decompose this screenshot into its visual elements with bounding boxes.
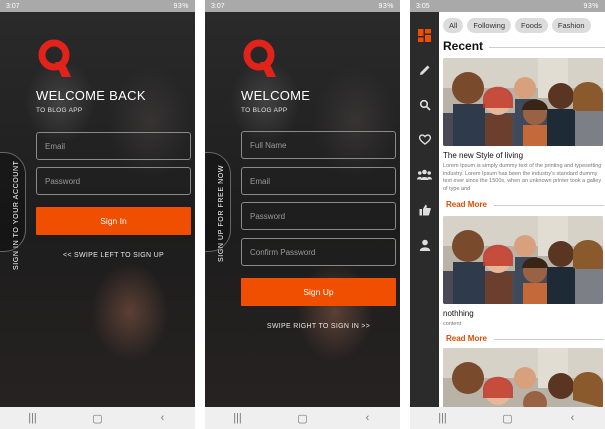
password-field[interactable]	[36, 167, 191, 195]
status-time: 3:05	[416, 2, 430, 10]
post-image[interactable]	[443, 58, 603, 146]
dashboard-icon[interactable]	[417, 28, 432, 43]
home-button[interactable]: ▢	[493, 412, 523, 425]
people-icon[interactable]	[417, 167, 432, 182]
email-field[interactable]	[241, 167, 396, 195]
password-field[interactable]	[241, 202, 396, 230]
recent-apps-button[interactable]: |||	[223, 412, 253, 424]
read-more-button[interactable]: Read More	[446, 200, 487, 209]
post-image[interactable]	[443, 216, 603, 304]
android-nav-bar: ||| ▢ ‹	[410, 407, 605, 429]
welcome-title: WELCOME	[241, 88, 311, 103]
status-time: 3:07	[6, 2, 20, 10]
recent-apps-button[interactable]: |||	[18, 412, 48, 424]
welcome-subtitle: TO BLOG APP	[241, 107, 288, 114]
welcome-title: WELCOME BACK	[36, 88, 146, 103]
person-icon[interactable]	[417, 237, 432, 252]
email-field[interactable]	[36, 132, 191, 160]
background-photo: WELCOME BACK TO BLOG APP Sign In << SWIP…	[0, 12, 195, 407]
android-nav-bar: ||| ▢ ‹	[0, 407, 195, 429]
sign-up-button[interactable]: Sign Up	[241, 278, 396, 306]
signin-screen: 3:07 93% WELCOME BACK TO BLOG APP Sign I…	[0, 0, 195, 429]
post-image[interactable]	[443, 348, 603, 407]
pencil-icon[interactable]	[417, 62, 432, 77]
status-bar: 3:05 93%	[410, 0, 605, 12]
divider	[494, 205, 604, 206]
signup-screen: 3:07 93% WELCOME TO BLOG APP Sign Up SWI…	[205, 0, 400, 429]
post-title[interactable]: The new Style of living	[443, 151, 523, 160]
post-excerpt: Lorem Ipsum is simply dummy text of the …	[443, 163, 602, 192]
sign-in-button[interactable]: Sign In	[36, 207, 191, 235]
status-battery: 93%	[378, 2, 394, 10]
confirm-password-field[interactable]	[241, 238, 396, 266]
sidebar	[410, 12, 439, 407]
app-logo-icon	[38, 39, 71, 77]
status-bar: 3:07 93%	[0, 0, 195, 12]
back-button[interactable]: ‹	[353, 412, 383, 424]
thumbs-up-icon[interactable]	[417, 202, 432, 217]
chip-all[interactable]: All	[443, 18, 464, 33]
feed-content: All Following Foods Fashion Recent The n…	[439, 12, 605, 407]
full-name-field[interactable]	[241, 131, 396, 159]
home-button[interactable]: ▢	[288, 412, 318, 425]
chip-foods[interactable]: Foods	[515, 18, 548, 33]
swipe-to-signup-hint[interactable]: << SWIPE LEFT TO SIGN UP	[36, 252, 191, 259]
recent-apps-button[interactable]: |||	[428, 412, 458, 424]
android-nav-bar: ||| ▢ ‹	[205, 407, 400, 429]
side-tab-label: SIGN IN TO YOUR ACCOUNT	[13, 160, 20, 270]
divider	[494, 339, 604, 340]
back-button[interactable]: ‹	[558, 412, 588, 424]
chip-following[interactable]: Following	[467, 18, 512, 33]
category-chips: All Following Foods Fashion	[443, 18, 591, 33]
app-logo-icon	[243, 39, 276, 77]
background-photo: WELCOME TO BLOG APP Sign Up SWIPE RIGHT …	[205, 12, 400, 407]
post-excerpt: content	[443, 321, 462, 327]
divider	[489, 47, 605, 48]
heart-icon[interactable]	[417, 132, 432, 147]
status-battery: 93%	[583, 2, 599, 10]
back-button[interactable]: ‹	[148, 412, 178, 424]
search-icon[interactable]	[417, 97, 432, 112]
home-button[interactable]: ▢	[83, 412, 113, 425]
status-bar: 3:07 93%	[205, 0, 400, 12]
swipe-to-signin-hint[interactable]: SWIPE RIGHT TO SIGN IN >>	[241, 323, 396, 330]
chip-fashion[interactable]: Fashion	[551, 18, 591, 33]
feed-screen: 3:05 93% All Following Foods Fashion Rec…	[410, 0, 605, 429]
recent-heading: Recent	[443, 39, 484, 53]
side-tab-label: SIGN UP FOR FREE NOW	[218, 164, 225, 262]
read-more-button[interactable]: Read More	[446, 334, 487, 343]
post-title[interactable]: nothhing	[443, 309, 474, 318]
status-time: 3:07	[211, 2, 225, 10]
welcome-subtitle: TO BLOG APP	[36, 107, 83, 114]
status-battery: 93%	[173, 2, 189, 10]
